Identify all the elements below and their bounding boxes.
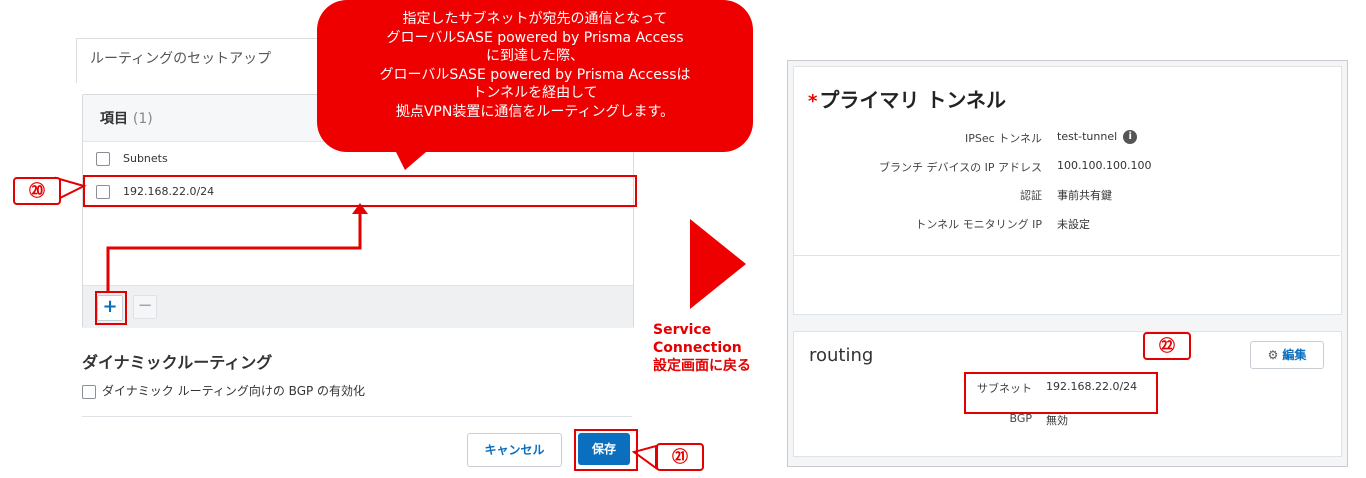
field-value: test-tunnel [1057, 130, 1118, 143]
field-value: 100.100.100.100 [1057, 159, 1152, 172]
card-divider [793, 255, 1340, 256]
field-label: IPSec トンネル [965, 132, 1042, 145]
field-value: 未設定 [1057, 218, 1090, 231]
info-icon[interactable]: i [1123, 130, 1138, 144]
save-button-highlight [574, 429, 638, 471]
routing-title: routing [809, 345, 874, 366]
service-connection-link[interactable]: Service Connection 設定画面に戻る [653, 321, 751, 375]
marker-21: ㉑ [656, 443, 704, 471]
field-label: トンネル モニタリング IP [915, 218, 1042, 231]
ipsec-tunnel-value: test-tunnel i [1057, 130, 1138, 144]
service-connection-line: Connection [653, 340, 742, 356]
field-label: ブランチ デバイスの IP アドレス [878, 161, 1042, 174]
service-connection-line: Service [653, 322, 712, 338]
primary-tunnel-title-text: プライマリ トンネル [819, 88, 1006, 112]
edit-button-label: 編集 [1282, 348, 1307, 362]
subnet-highlight [964, 372, 1158, 414]
field-value: 無効 [1046, 414, 1068, 427]
field-value: 事前共有鍵 [1057, 189, 1112, 202]
edit-button[interactable]: ⚙ 編集 [1250, 341, 1324, 369]
marker-22: ㉒ [1143, 332, 1191, 360]
required-mark: * [808, 91, 818, 112]
field-label: 認証 [1020, 189, 1042, 202]
primary-tunnel-title: * プライマリ トンネル [808, 84, 1006, 113]
gear-icon: ⚙ [1267, 348, 1279, 362]
service-connection-line: 設定画面に戻る [653, 358, 751, 374]
marker-20: ⑳ [13, 177, 61, 205]
